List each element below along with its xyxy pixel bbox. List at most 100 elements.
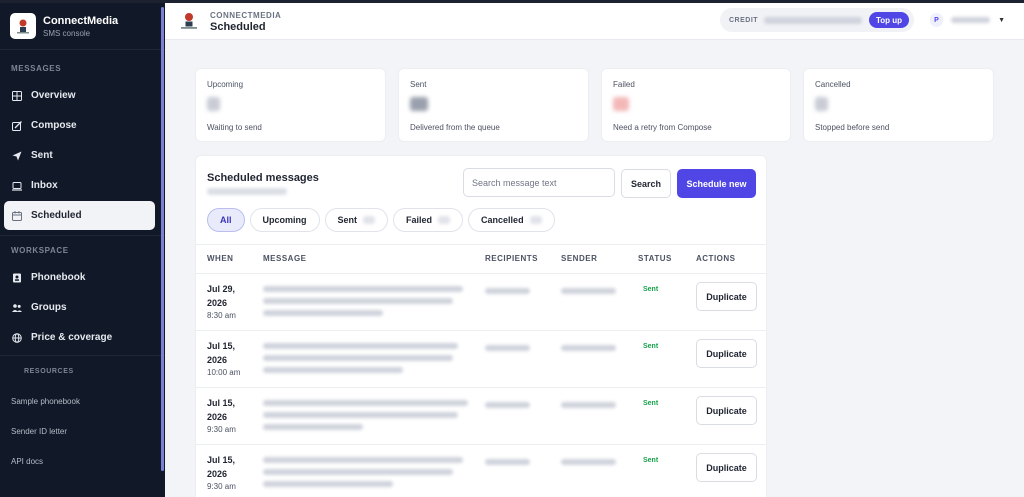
recipients-redacted: [485, 345, 530, 351]
sidebar-link-api-docs[interactable]: API docs: [0, 446, 165, 476]
message-text-redacted: [263, 412, 458, 418]
sidebar-section-resources: RESOURCES: [24, 367, 74, 375]
duplicate-button[interactable]: Duplicate: [696, 396, 757, 425]
chip-count-redacted: [529, 216, 542, 224]
table-header: WHEN MESSAGE RECIPIENTS SENDER STATUS AC…: [196, 244, 766, 274]
panel-title: Scheduled messages: [207, 172, 319, 184]
message-text-redacted: [263, 424, 363, 430]
brand-subtitle: SMS console: [43, 28, 91, 38]
sender-redacted: [561, 459, 616, 465]
column-header-recipients: RECIPIENTS: [485, 254, 539, 263]
sidebar-item-label: Compose: [31, 120, 77, 131]
credit-label: CREDIT: [729, 16, 759, 24]
credit-pill: CREDIT Top up: [720, 8, 914, 32]
message-text-redacted: [263, 286, 463, 292]
chip-label: Sent: [337, 215, 358, 225]
duplicate-button[interactable]: Duplicate: [696, 453, 757, 482]
sidebar-item-sent[interactable]: Sent: [4, 141, 155, 170]
search-input[interactable]: [463, 168, 615, 197]
message-text-redacted: [263, 298, 453, 304]
brand[interactable]: ConnectMedia SMS console: [0, 3, 165, 50]
row-time: 10:00 am: [207, 368, 241, 377]
filter-chip-upcoming[interactable]: Upcoming: [249, 208, 320, 232]
column-header-status: STATUS: [638, 254, 672, 263]
filter-chip-all[interactable]: All: [207, 208, 245, 232]
users-icon: [12, 303, 22, 313]
stat-card-sent: Sent Delivered from the queue: [398, 68, 589, 142]
stat-subtitle: Need a retry from Compose: [613, 123, 712, 132]
calendar-icon: [12, 210, 22, 221]
column-header-message: MESSAGE: [263, 254, 307, 263]
avatar: P: [930, 13, 944, 27]
chip-label: All: [220, 215, 232, 225]
sidebar-item-inbox[interactable]: Inbox: [4, 171, 155, 200]
sidebar-item-overview[interactable]: Overview: [4, 81, 155, 110]
message-text-redacted: [263, 400, 468, 406]
sidebar-item-compose[interactable]: Compose: [4, 111, 155, 140]
brand-logo: [10, 13, 36, 39]
user-menu[interactable]: P ▼: [925, 9, 1005, 31]
sidebar-item-groups[interactable]: Groups: [4, 293, 155, 322]
page-title: Scheduled: [210, 21, 266, 33]
sidebar-item-phonebook[interactable]: Phonebook: [4, 263, 155, 292]
chip-count-redacted: [438, 216, 451, 224]
stat-value-redacted: [410, 97, 428, 111]
stat-subtitle: Delivered from the queue: [410, 123, 500, 132]
message-text-redacted: [263, 481, 393, 487]
stat-label: Cancelled: [815, 80, 851, 89]
status-badge: Sent: [643, 457, 659, 464]
stat-label: Upcoming: [207, 80, 244, 89]
message-text-redacted: [263, 469, 453, 475]
scheduled-messages-panel: Scheduled messages Search Schedule new A…: [195, 155, 767, 497]
brand-name: ConnectMedia: [43, 14, 119, 27]
column-header-when: WHEN: [207, 254, 234, 263]
stat-value-redacted: [815, 97, 828, 111]
recipients-redacted: [485, 459, 530, 465]
sidebar-section-messages: MESSAGES: [11, 63, 62, 73]
page-overline: CONNECTMEDIA: [210, 11, 282, 20]
row-time: 8:30 am: [207, 311, 236, 320]
column-header-sender: SENDER: [561, 254, 598, 263]
globe-icon: [12, 332, 22, 343]
stat-card-cancelled: Cancelled Stopped before send: [803, 68, 994, 142]
grid-icon: [12, 90, 22, 101]
sidebar-scrollbar[interactable]: [161, 7, 164, 471]
chip-count-redacted: [363, 216, 376, 224]
top-up-button[interactable]: Top up: [868, 12, 909, 28]
duplicate-button[interactable]: Duplicate: [696, 339, 757, 368]
sidebar-section-workspace: WORKSPACE: [11, 245, 69, 255]
inbox-icon: [12, 181, 22, 191]
stat-value-redacted: [207, 97, 220, 111]
chevron-down-icon: ▼: [998, 16, 1005, 24]
message-text-redacted: [263, 343, 458, 349]
sidebar-link-sender-id-letter[interactable]: Sender ID letter: [0, 416, 165, 446]
stat-subtitle: Stopped before send: [815, 123, 890, 132]
sidebar-item-label: Sent: [31, 150, 53, 161]
filter-chips: All Upcoming Sent Failed Cancelled: [207, 208, 555, 232]
user-name-redacted: [951, 17, 991, 23]
sidebar-item-label: Scheduled: [31, 210, 82, 221]
filter-chip-sent[interactable]: Sent: [324, 208, 389, 232]
sidebar: ConnectMedia SMS console MESSAGES Overvi…: [0, 0, 165, 497]
row-date: Jul 29, 2026: [207, 284, 236, 308]
filter-chip-failed[interactable]: Failed: [393, 208, 464, 232]
stat-label: Sent: [410, 80, 427, 89]
edit-icon: [12, 120, 22, 131]
stat-card-upcoming: Upcoming Waiting to send: [195, 68, 386, 142]
table-row: Jul 15, 2026 9:30 am Sent Duplicate: [196, 388, 766, 445]
schedule-new-button[interactable]: Schedule new: [677, 169, 756, 198]
stat-label: Failed: [613, 80, 635, 89]
table-row: Jul 29, 2026 8:30 am Sent Duplicate: [196, 274, 766, 331]
stat-card-failed: Failed Need a retry from Compose: [601, 68, 791, 142]
filter-chip-cancelled[interactable]: Cancelled: [468, 208, 555, 232]
chip-label: Upcoming: [262, 215, 307, 225]
search-button[interactable]: Search: [621, 169, 671, 198]
duplicate-button[interactable]: Duplicate: [696, 282, 757, 311]
row-date: Jul 15, 2026: [207, 341, 236, 365]
stat-value-redacted: [613, 97, 629, 111]
sidebar-item-price-coverage[interactable]: Price & coverage: [4, 323, 155, 352]
sidebar-item-scheduled[interactable]: Scheduled: [4, 201, 155, 230]
app-logo: [178, 11, 200, 31]
sidebar-link-sample-phonebook[interactable]: Sample phonebook: [0, 386, 165, 416]
sidebar-item-label: Price & coverage: [31, 332, 113, 343]
